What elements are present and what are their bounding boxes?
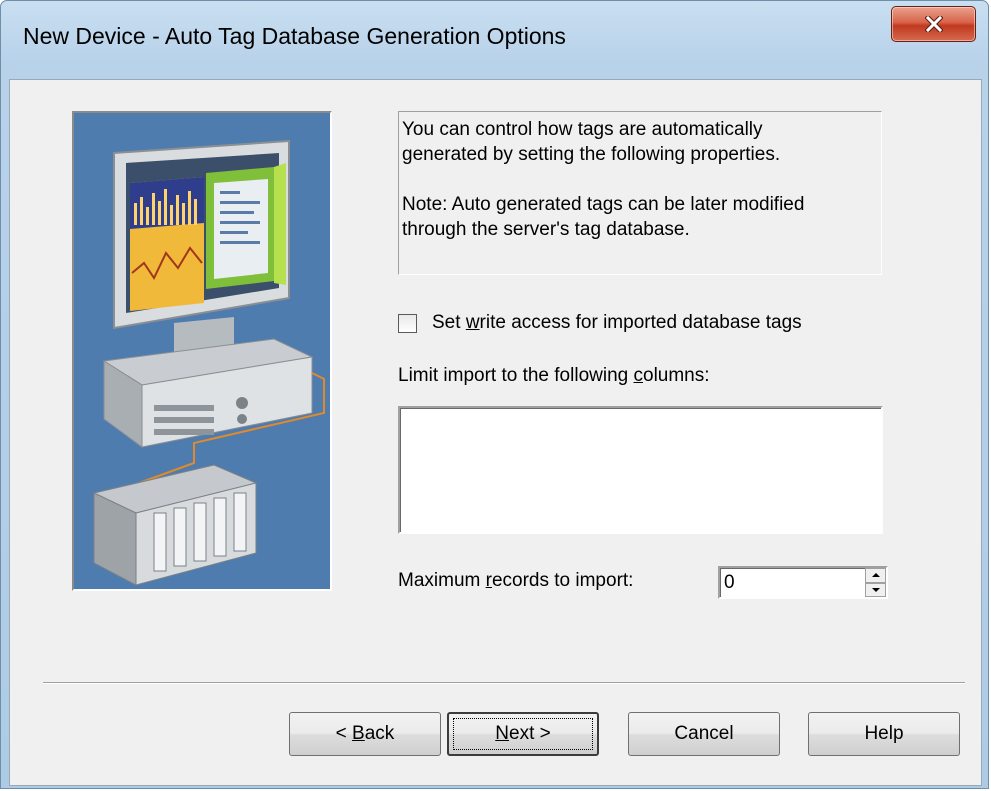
write-access-checkbox[interactable] <box>398 313 417 333</box>
title-bar[interactable]: New Device - Auto Tag Database Generatio… <box>1 1 988 79</box>
help-button[interactable]: Help <box>808 712 960 756</box>
spin-buttons <box>865 568 886 597</box>
back-button-label: < Back <box>335 723 395 744</box>
info-line-4: through the server's tag database. <box>402 219 690 240</box>
arrow-up-icon <box>871 573 880 578</box>
next-button[interactable]: Next > <box>447 712 599 756</box>
window-title: New Device - Auto Tag Database Generatio… <box>23 23 566 49</box>
info-line-1: You can control how tags are automatical… <box>402 119 763 140</box>
button-separator <box>43 682 965 684</box>
arrow-down-icon <box>871 587 880 592</box>
dialog-window: New Device - Auto Tag Database Generatio… <box>0 0 989 789</box>
info-line-2: generated by setting the following prope… <box>402 144 781 165</box>
close-icon <box>924 16 943 32</box>
limit-columns-label: Limit import to the following columns: <box>398 365 710 386</box>
cancel-button-label: Cancel <box>674 723 734 744</box>
cancel-button[interactable]: Cancel <box>628 712 780 756</box>
help-button-label: Help <box>864 723 904 744</box>
max-records-label: Maximum records to import: <box>398 570 634 591</box>
computer-plc-network-illustration-icon <box>74 113 330 589</box>
dialog-body: You can control how tags are automatical… <box>9 79 982 786</box>
max-records-value[interactable]: 0 <box>724 572 735 594</box>
focus-rect <box>453 718 593 750</box>
max-records-spinbox[interactable]: 0 <box>718 566 888 599</box>
back-button[interactable]: < Back <box>289 712 441 756</box>
write-access-option[interactable]: Set write access for imported database t… <box>398 312 802 334</box>
info-text-panel: You can control how tags are automatical… <box>398 111 882 275</box>
close-button[interactable] <box>891 6 976 42</box>
info-line-3: Note: Auto generated tags can be later m… <box>402 194 805 215</box>
columns-listbox[interactable] <box>398 406 883 534</box>
wizard-illustration <box>72 111 332 591</box>
spin-down-button[interactable] <box>865 582 886 597</box>
spin-up-button[interactable] <box>865 568 886 583</box>
write-access-label: Set write access for imported database t… <box>432 312 802 333</box>
